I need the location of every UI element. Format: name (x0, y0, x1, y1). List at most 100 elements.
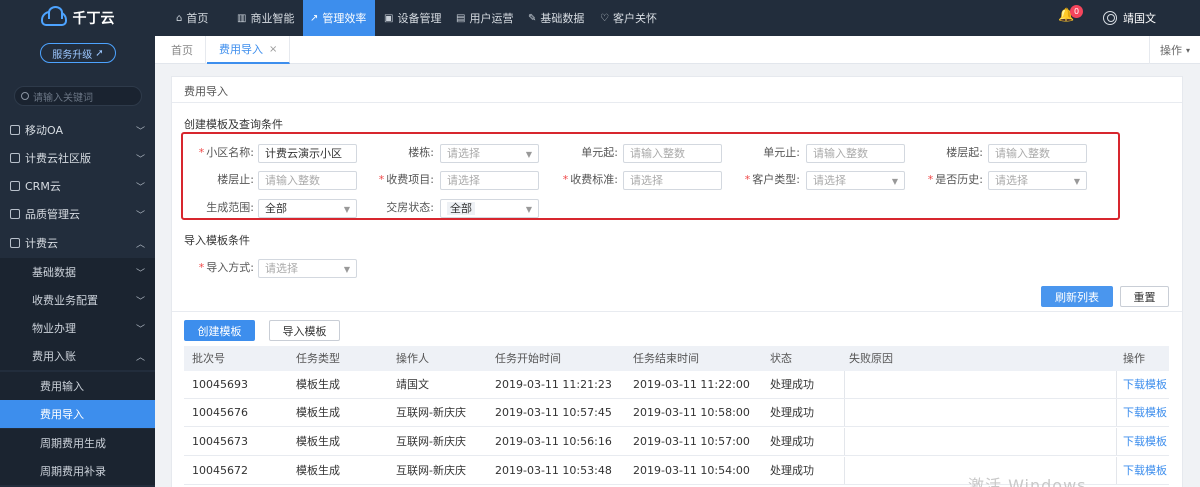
sidebar-item-quality[interactable]: 品质管理云 ﹀ (0, 200, 155, 228)
sidebar-item-fee-import[interactable]: 费用导入 (0, 400, 155, 428)
building-label: 楼栋: (408, 146, 434, 159)
customer-type-select[interactable]: 请选择 ▼ (806, 171, 905, 190)
sidebar-item-billing-community[interactable]: 计费云社区版 ﹀ (0, 144, 155, 172)
topnav-user-ops[interactable]: ▤ 用户运营 (454, 0, 524, 36)
sidebar-item-label: 费用入账 (32, 350, 76, 363)
sidebar-search-input[interactable]: 请输入关键词 (14, 86, 142, 106)
table-cell: 10045676 (192, 406, 248, 419)
logo[interactable]: 千丁云 (0, 0, 155, 36)
sidebar-item-fee-entry[interactable]: 费用入账 ︿ (0, 342, 155, 370)
column-header: 失败原因 (849, 352, 893, 365)
table-cell: 处理成功 (770, 378, 814, 391)
tab-home[interactable]: 首页 (159, 36, 206, 64)
sidebar-item-crm[interactable]: CRM云 ﹀ (0, 172, 155, 200)
table-cell: 模板生成 (296, 464, 340, 477)
floor-start-input[interactable]: 请输入整数 (988, 144, 1087, 163)
chevron-down-icon: ▼ (343, 265, 350, 274)
download-template-link[interactable]: 下载模板 (1123, 371, 1167, 399)
topnav-home[interactable]: ⌂ 首页 (168, 0, 218, 36)
community-label: * 小区名称: (198, 146, 254, 159)
upgrade-button[interactable]: 服务升级 ➚ (40, 43, 116, 63)
column-header: 状态 (770, 352, 792, 365)
table-cell: 互联网-新庆庆 (396, 435, 466, 448)
grid-icon (10, 209, 20, 219)
table-cell: 10045693 (192, 378, 248, 391)
gen-range-select[interactable]: 全部 ▼ (258, 199, 357, 218)
heart-icon: ♡ (600, 12, 609, 24)
column-header: 任务类型 (296, 352, 340, 365)
tab-fee-import[interactable]: 费用导入 × (207, 36, 291, 64)
logo-text: 千丁云 (72, 11, 115, 27)
rocket-icon: ➚ (95, 47, 104, 59)
tab-operations-menu[interactable]: 操作 ▾ (1148, 36, 1200, 64)
import-method-select[interactable]: 请选择 ▼ (258, 259, 357, 278)
chevron-down-icon: ﹀ (135, 155, 145, 165)
unit-end-input[interactable]: 请输入整数 (806, 144, 905, 163)
refresh-list-button[interactable]: 刷新列表 (1041, 286, 1113, 307)
user-name: 靖国文 (1123, 12, 1156, 25)
create-template-button[interactable]: 创建模板 (184, 320, 255, 341)
sidebar-item-label: 费用输入 (40, 380, 84, 393)
unit-start-input[interactable]: 请输入整数 (623, 144, 722, 163)
column-header: 批次号 (192, 352, 225, 365)
download-template-link[interactable]: 下载模板 (1123, 399, 1167, 427)
delivery-label: 交房状态: (386, 201, 434, 214)
topnav-base-data[interactable]: ✎ 基础数据 (528, 0, 598, 36)
user-menu[interactable]: 靖国文 (1103, 0, 1156, 36)
floor-end-input[interactable]: 请输入整数 (258, 171, 357, 190)
table-cell: 2019-03-11 11:21:23 (495, 378, 612, 391)
sidebar-search-placeholder: 请输入关键词 (33, 92, 93, 104)
table-cell: 靖国文 (396, 378, 429, 391)
floor-start-label: 楼层起: (946, 146, 983, 159)
topnav-devices[interactable]: ▣ 设备管理 (380, 0, 450, 36)
table-cell: 10045673 (192, 435, 248, 448)
topnav-customer-care[interactable]: ♡ 客户关怀 (600, 0, 670, 36)
table-row[interactable]: 10045673 模板生成 互联网-新庆庆 2019-03-11 10:56:1… (184, 428, 1169, 456)
topnav-label: 商业智能 (250, 12, 295, 25)
topnav-management[interactable]: ↗ 管理效率 (303, 0, 375, 36)
sidebar-item-periodic-supplement[interactable]: 周期费用补录 (0, 457, 155, 485)
chevron-down-icon: ﹀ (135, 211, 145, 221)
fee-item-input[interactable]: 请选择 (440, 171, 539, 190)
sidebar-item-mobile-oa[interactable]: 移动OA ﹀ (0, 116, 155, 144)
sidebar-item-label: 周期费用生成 (40, 437, 106, 450)
customer-type-label: * 客户类型: (744, 173, 800, 186)
notification-badge: 0 (1070, 5, 1083, 18)
close-icon[interactable]: × (269, 44, 277, 55)
sidebar-item-property[interactable]: 物业办理 ﹀ (0, 314, 155, 342)
reset-button[interactable]: 重置 (1120, 286, 1169, 307)
unit-start-label: 单元起: (581, 146, 618, 159)
sidebar-item-billing-cloud[interactable]: 计费云 ︿ (0, 229, 155, 257)
table-cell: 10045672 (192, 464, 248, 477)
divider (172, 102, 1182, 103)
unit-end-label: 单元止: (763, 146, 800, 159)
document-icon (10, 125, 20, 135)
sidebar-item-fee-config[interactable]: 收费业务配置 ﹀ (0, 286, 155, 314)
sidebar-item-basic-data[interactable]: 基础数据 ﹀ (0, 258, 155, 286)
import-method-label: * 导入方式: (198, 261, 254, 274)
trend-icon: ↗ (310, 12, 319, 24)
section-import-title: 导入模板条件 (184, 234, 250, 247)
topnav-bi[interactable]: ▥ 商业智能 (229, 0, 299, 36)
table-cell: 2019-03-11 10:57:45 (495, 406, 612, 419)
table-header: 批次号 任务类型 操作人 任务开始时间 任务结束时间 状态 失败原因 操作 (184, 346, 1169, 371)
delivery-select[interactable]: 全部 ▼ (440, 199, 539, 218)
user-icon (1103, 11, 1117, 25)
import-template-button[interactable]: 导入模板 (269, 320, 340, 341)
is-history-select[interactable]: 请选择 ▼ (988, 171, 1087, 190)
table-row[interactable]: 10045676 模板生成 互联网-新庆庆 2019-03-11 10:57:4… (184, 399, 1169, 427)
community-field[interactable]: 计费云演示小区 (258, 144, 357, 163)
table-row[interactable]: 10045693 模板生成 靖国文 2019-03-11 11:21:23 20… (184, 371, 1169, 399)
column-header: 操作人 (396, 352, 429, 365)
gen-range-label: 生成范围: (206, 201, 254, 214)
download-template-link[interactable]: 下载模板 (1123, 428, 1167, 456)
fee-standard-input[interactable]: 请选择 (623, 171, 722, 190)
sidebar-item-periodic-gen[interactable]: 周期费用生成 (0, 429, 155, 457)
download-template-link[interactable]: 下载模板 (1123, 457, 1167, 485)
building-select[interactable]: 请选择 ▼ (440, 144, 539, 163)
table-cell: 2019-03-11 10:53:48 (495, 464, 612, 477)
sidebar-item-fee-input[interactable]: 费用输入 (0, 372, 155, 400)
windows-activation-watermark: 激活 Windows (968, 476, 1087, 487)
chevron-up-icon: ︿ (135, 353, 145, 363)
table-cell: 2019-03-11 10:54:00 (633, 464, 750, 477)
